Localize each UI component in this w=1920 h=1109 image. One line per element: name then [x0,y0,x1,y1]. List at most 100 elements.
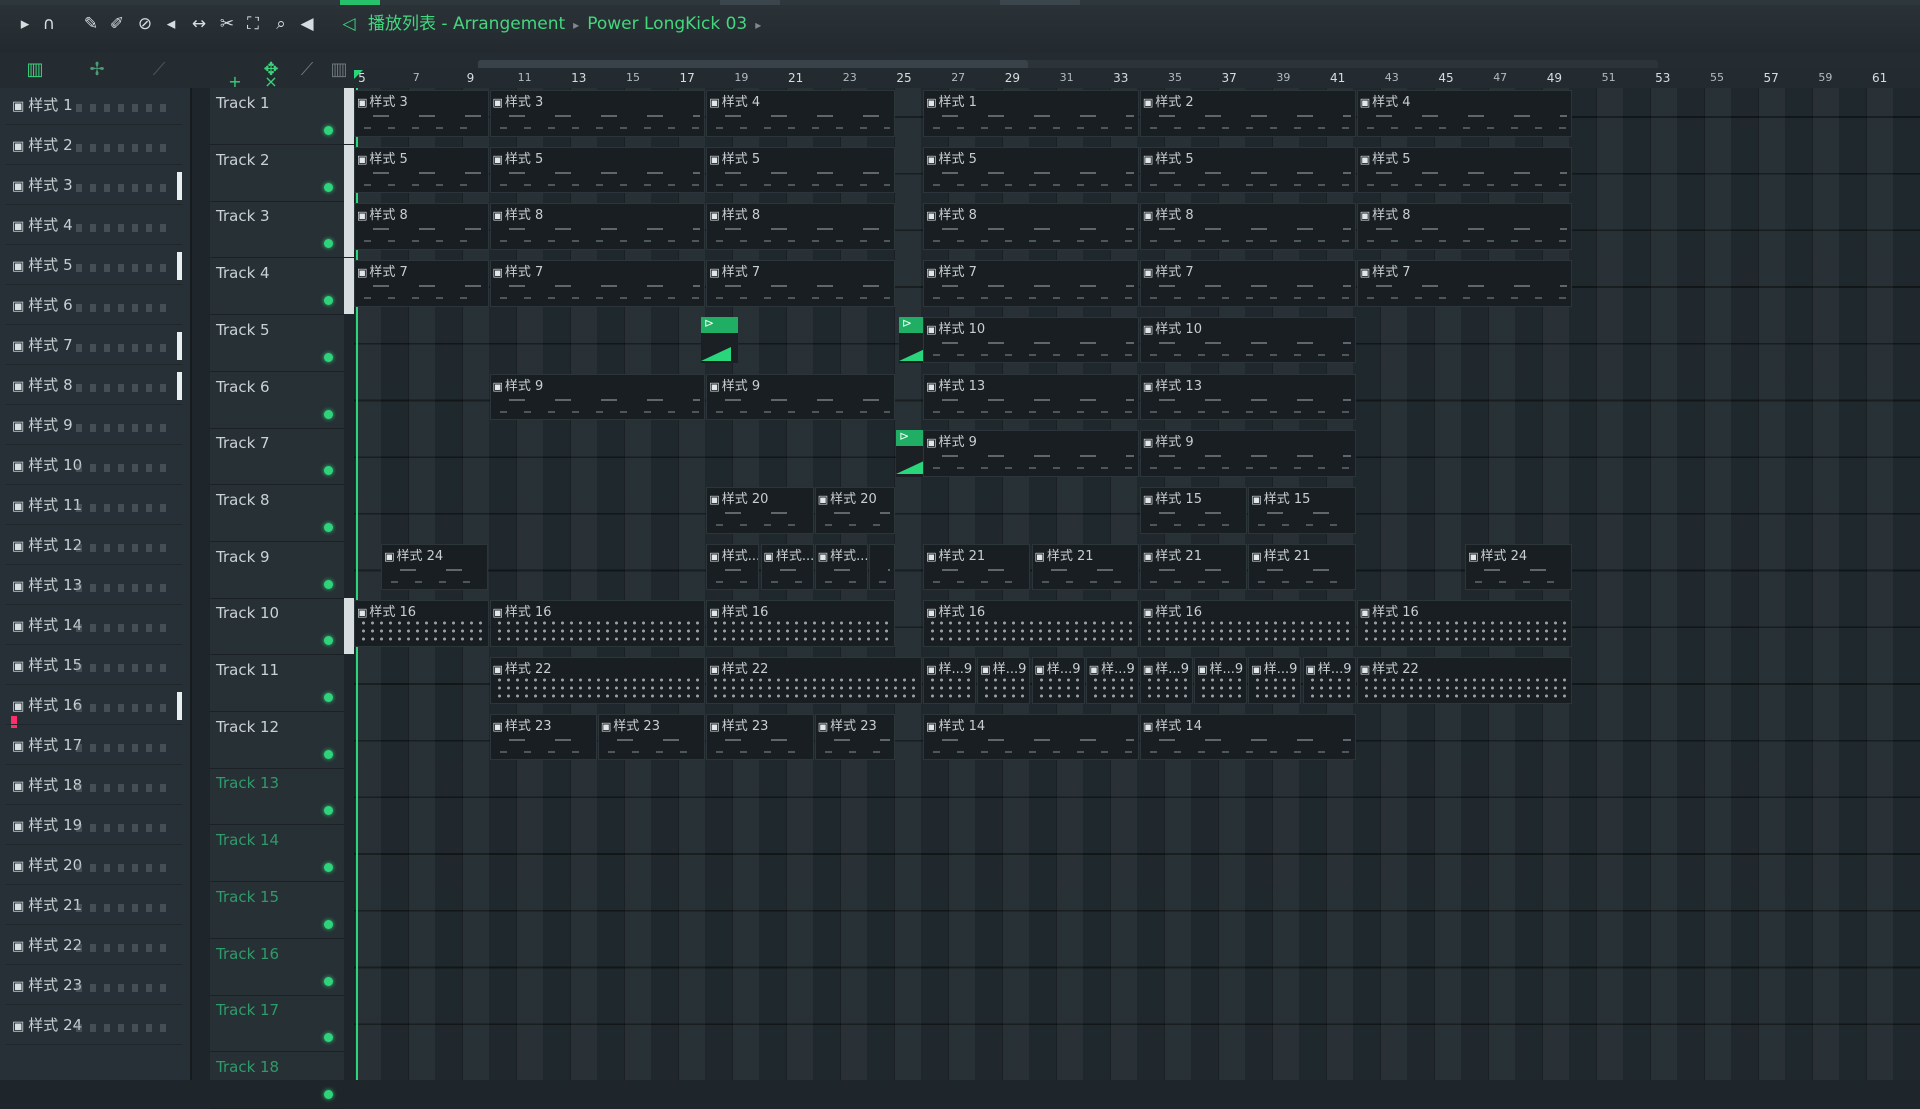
pattern-clip[interactable]: ▣ 样...9 [1194,657,1248,704]
track-header[interactable]: Track 10 [210,598,354,656]
track-enable-led[interactable] [324,522,333,532]
track-enable-led[interactable] [324,239,333,249]
headphones-icon[interactable]: ∩ [38,12,60,36]
pattern-clip[interactable]: ▣ 样式 9 [1139,430,1356,477]
delete-icon[interactable]: ⊘ [134,12,156,36]
track-header[interactable]: Track 8 [210,485,344,542]
pattern-clip[interactable]: ▣ 样式 5 [923,146,1139,194]
play-icon[interactable]: ▸ [14,12,36,36]
track-header[interactable]: Track 14 [210,825,344,883]
pattern-clip[interactable]: ▣ 样式 16 [1139,600,1356,647]
track-name[interactable]: Track 12 [216,718,279,736]
track-name[interactable]: Track 15 [216,888,279,906]
track-enable-led[interactable] [324,182,333,192]
pattern-item[interactable]: ▣ 样式 24 [6,1008,182,1045]
snap-icon[interactable]: ✢ [84,58,110,82]
grid-icon[interactable]: ▥ [326,58,352,82]
pattern-clip[interactable]: ▣ 样式 5 [706,146,895,194]
pattern-item[interactable]: ▣ 样式 2 [6,128,182,165]
pattern-clip[interactable]: ▣ 样式 16 [706,600,895,647]
pattern-clip[interactable]: ▣ 样式 3 [354,90,489,137]
track-name[interactable]: Track 9 [216,548,270,566]
pattern-clip[interactable]: ▣ 样式 20 [706,486,814,534]
pattern-clip[interactable]: ▣ 样式 21 [923,543,1031,591]
pattern-clip[interactable]: ▣ 样式 8 [923,203,1139,251]
track-header[interactable]: Track 6 [210,372,344,429]
track-name[interactable]: Track 18 [216,1058,279,1076]
track-enable-led[interactable] [324,976,333,986]
pattern-clip[interactable]: ▣ 样式 7 [1356,260,1573,307]
pattern-clip[interactable]: ▣ 样式 15 [1248,486,1356,534]
pattern-clip[interactable]: ▣ 样式 7 [354,260,489,307]
pattern-clip[interactable]: ▣ 样式 14 [923,713,1139,761]
pattern-clip[interactable]: ▣ 样...9 [1139,657,1194,704]
track-name[interactable]: Track 1 [216,94,270,112]
pattern-item[interactable]: ▣ 样式 3 [6,168,182,205]
pattern-clip[interactable]: ▣ 样式 13 [1139,373,1356,421]
track-header[interactable]: Track 12 [210,712,344,769]
track-name[interactable]: Track 5 [216,321,270,339]
timeline-ruler[interactable]: 5 7 9 11 13 15 17 19 21 23 25 27 29 31 33 35 37 39 41 43 45 4… [354,68,1920,89]
picker-icon[interactable]: ▥ [22,58,48,82]
pattern-clip[interactable]: ▣ 样式 16 [489,600,706,647]
track-header[interactable]: Track 3 [210,201,354,259]
pattern-item[interactable]: ▣ 样式 5 [6,248,182,285]
pattern-clip[interactable]: ▣ 样式 13 [923,373,1139,421]
pattern-clip[interactable]: ▣ 样式 21 [1139,543,1248,591]
pattern-item[interactable]: ▣ 样式 15 [6,648,182,685]
speaker-icon[interactable]: ◁ [338,12,360,36]
breadcrumb-project[interactable]: Power LongKick 03 [587,14,747,34]
audio-clip[interactable]: ⊳ [700,316,738,364]
pattern-clip[interactable]: ▣ 样式 23 [597,713,706,761]
pattern-clip[interactable]: ▣ 样式 5 [1139,146,1356,194]
pattern-clip[interactable]: ▣ 样式 8 [706,203,895,251]
audio-clip-header[interactable]: ⊳ [700,316,738,333]
mute-icon[interactable]: ◂ [160,12,182,36]
track-header[interactable]: Track 15 [210,882,344,939]
pattern-clip[interactable]: ▣ 样式 9 [923,430,1139,477]
track-header[interactable]: Track 1 [210,88,354,145]
pencil-icon[interactable]: ✎ [80,12,102,36]
track-name[interactable]: Track 2 [216,151,270,169]
track-enable-led[interactable] [324,352,333,362]
pattern-clip[interactable]: ▣ 样式 5 [1356,146,1573,194]
track-name[interactable]: Track 13 [216,774,279,792]
pattern-clip[interactable]: ▣ 样式 22 [489,657,706,704]
paint-icon[interactable]: ✐ [106,12,128,36]
track-name[interactable]: Track 8 [216,491,270,509]
track-header[interactable]: Track 9 [210,542,344,599]
pattern-item[interactable]: ▣ 样式 7 [6,328,182,365]
pattern-clip[interactable]: ▣ 样式 22 [1356,657,1573,704]
pattern-clip[interactable]: ▣ 样式 10 [1139,316,1356,364]
pattern-clip[interactable]: ▣样式...9 [760,543,814,591]
pattern-clip[interactable]: ▣ 样式 4 [706,90,895,137]
pattern-clip[interactable]: ▣ 样式 20 [814,486,895,534]
track-enable-led[interactable] [324,806,333,816]
track-name[interactable]: Track 17 [216,1001,279,1019]
pattern-item[interactable]: ▣ 样式 20 [6,848,182,885]
pattern-item[interactable]: ▣ 样式 17 [6,728,182,765]
pattern-clip[interactable]: ▣ 样式 15 [1139,486,1248,534]
pattern-clip[interactable]: ▣ 样式 16 [923,600,1139,647]
pattern-clip[interactable]: ▣ 样式 22 [706,657,923,704]
track-header[interactable]: Track 7 [210,428,344,486]
pattern-item[interactable]: ▣ 样式 23 [6,968,182,1005]
pattern-item[interactable]: ▣ 样式 9 [6,408,182,445]
pattern-clip[interactable]: ▣ 样式 3 [489,90,706,137]
track-name[interactable]: Track 4 [216,264,270,282]
pattern-clip[interactable]: ▣ 样式 21 [1248,543,1356,591]
track-header[interactable]: Track 13 [210,768,344,826]
track-enable-led[interactable] [324,636,333,646]
track-header[interactable]: Track 17 [210,995,344,1053]
track-enable-led[interactable] [324,126,333,135]
track-enable-led[interactable] [324,863,333,873]
track-header[interactable]: Track 4 [210,258,354,316]
track-enable-led[interactable] [324,466,333,476]
pattern-clip[interactable]: ▣ 样...9 [1248,657,1302,704]
track-enable-led[interactable] [324,409,333,419]
pattern-clip[interactable]: ▣ 样式 23 [489,713,597,761]
pattern-clip[interactable]: ▣ 样式 10 [923,316,1139,364]
pattern-clip[interactable]: ▣ 样...9 [977,657,1031,704]
pattern-clip[interactable]: ▣ 样式 16 [1356,600,1573,647]
pattern-clip[interactable]: ▣ 样...9 [1085,657,1139,704]
